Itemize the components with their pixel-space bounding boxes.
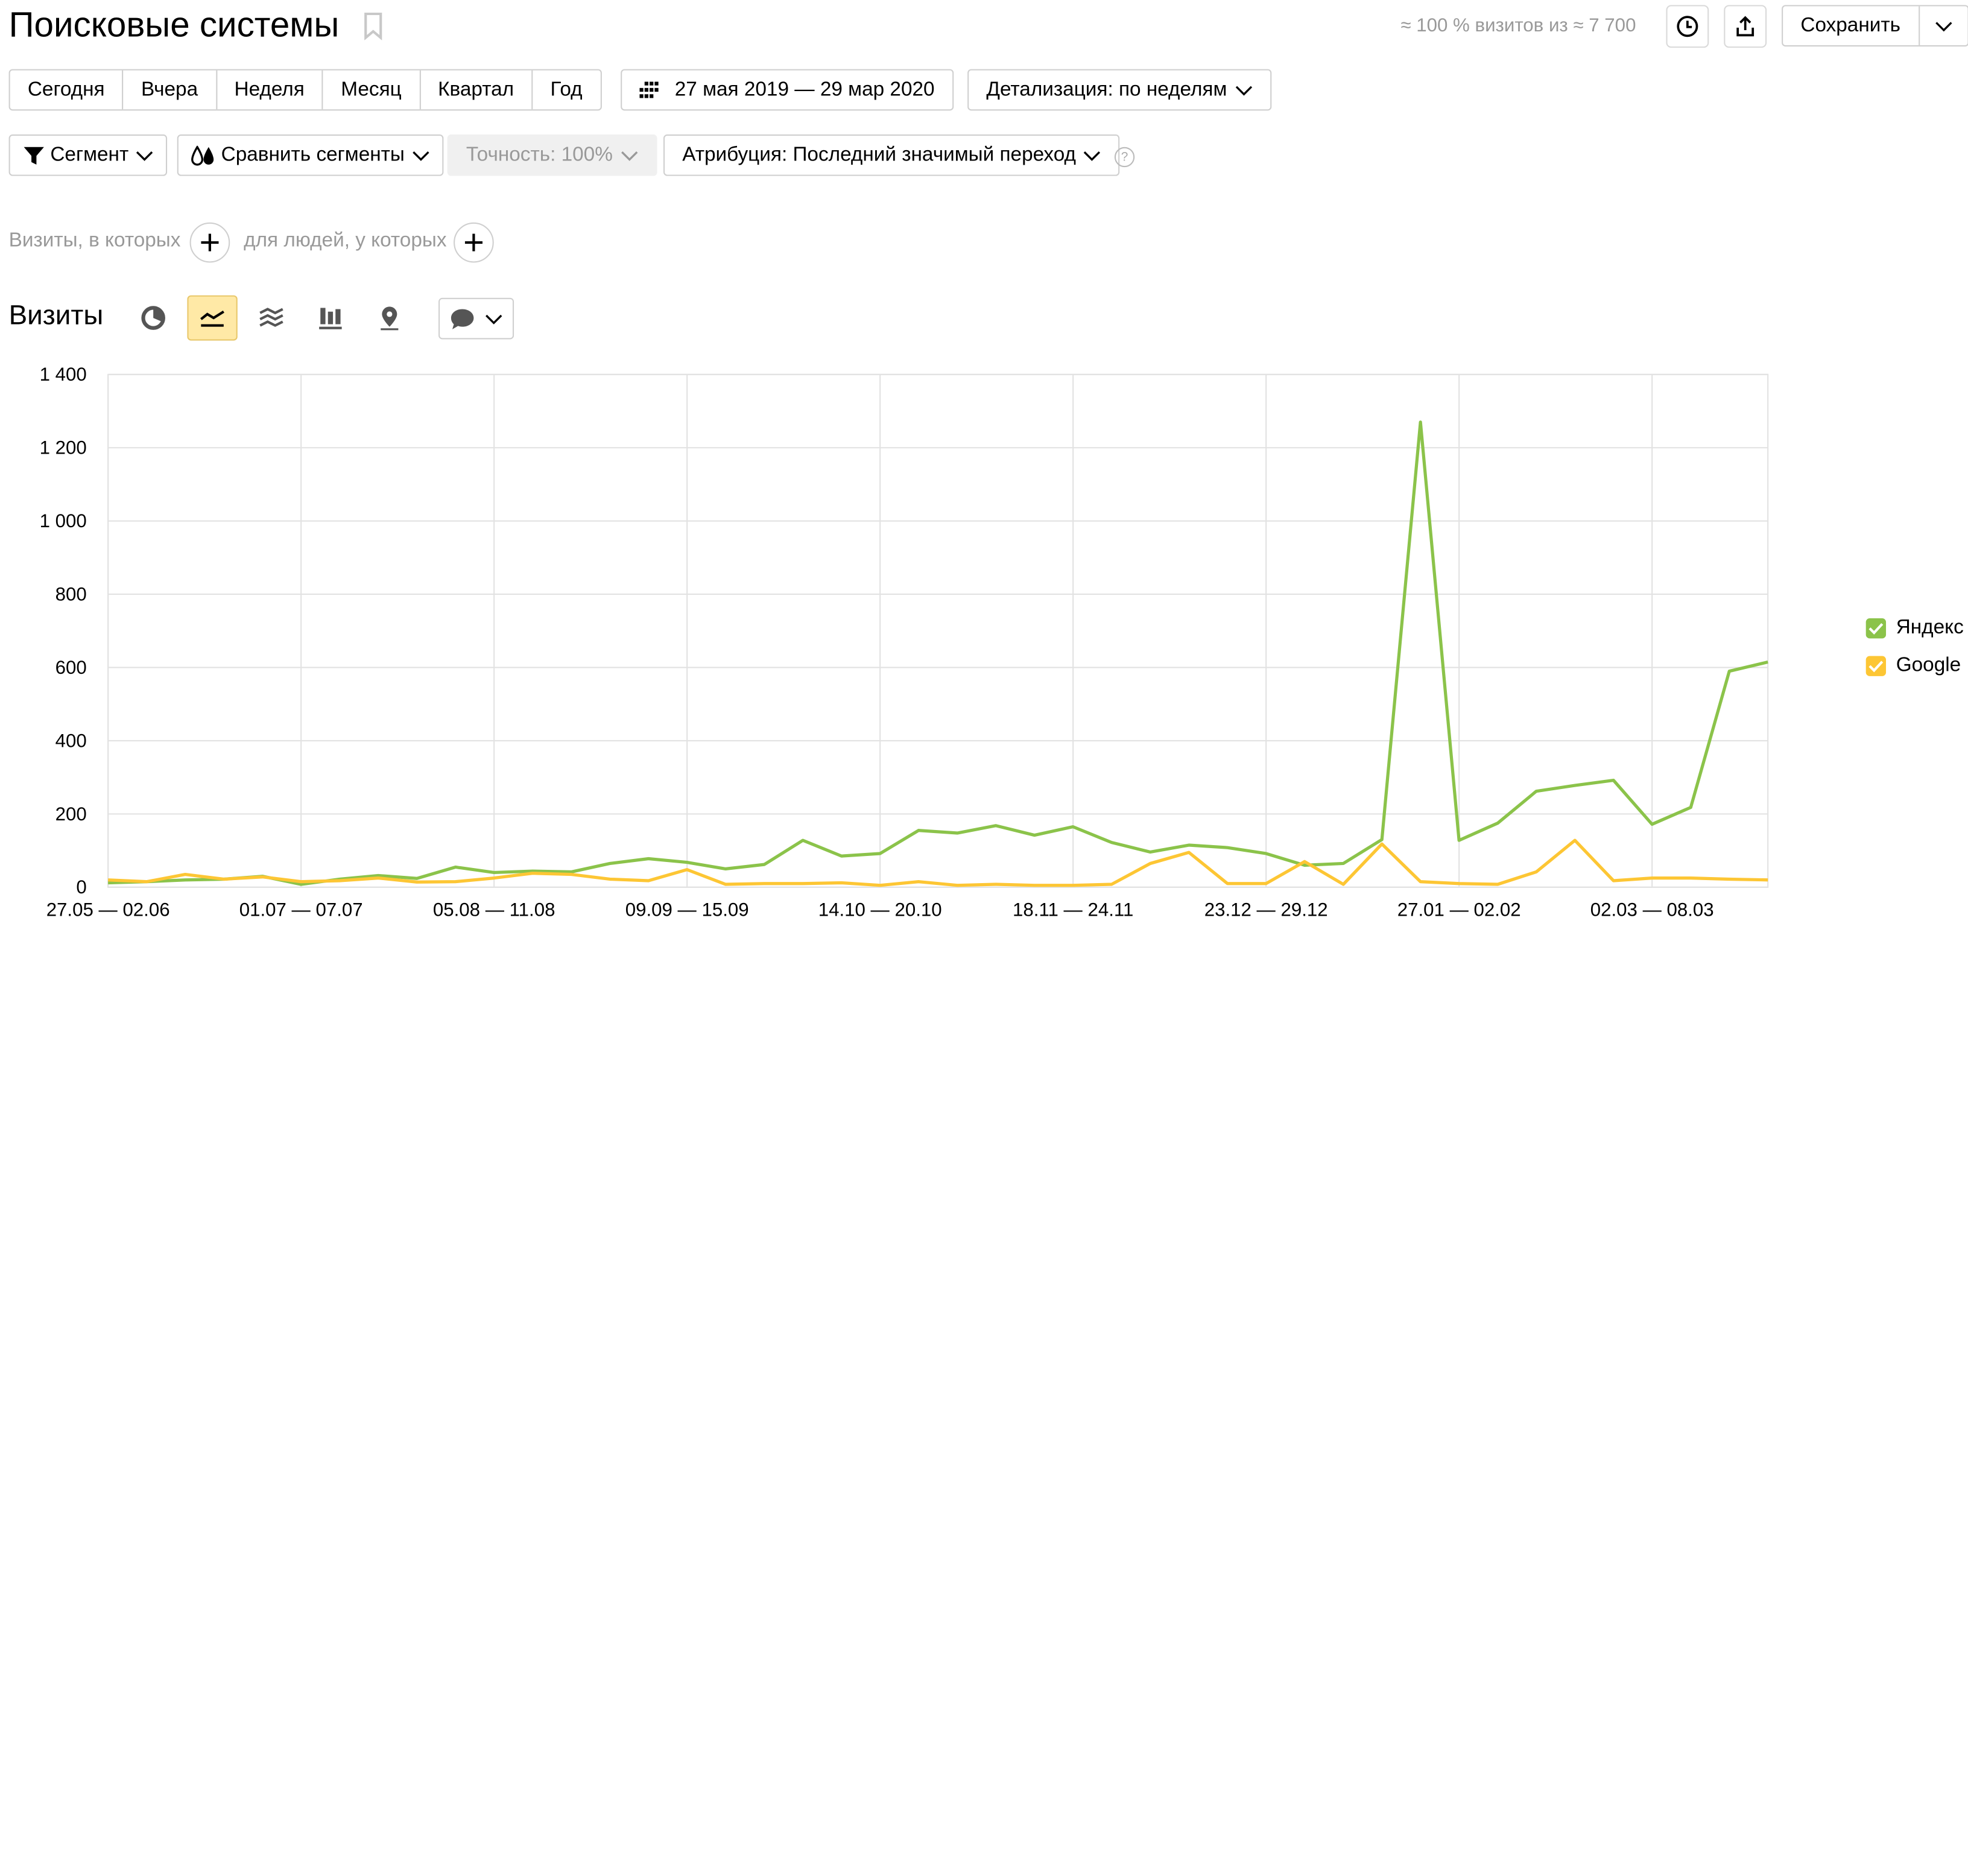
date-range-label: 27 мая 2019 — 29 мар 2020: [674, 78, 935, 100]
map-icon: [381, 306, 399, 331]
compare-segments-label: Сравнить сегменты: [221, 144, 405, 165]
bookmark-icon[interactable]: [363, 12, 383, 40]
comment-icon: [451, 308, 474, 329]
x-tick-label: 05.08 — 11.08: [433, 899, 555, 921]
visits-share-info: ≈ 100 % визитов из ≈ 7 700: [1400, 14, 1636, 37]
y-tick-label: 400: [55, 730, 87, 751]
area-chart-button[interactable]: [246, 296, 296, 341]
annotations-dropdown[interactable]: [438, 297, 514, 340]
visits-line-chart: 0 200 400 600 800 1 000 1 200 1 400 27.05 — 02.…: [40, 364, 1769, 921]
save-options-button[interactable]: [1919, 6, 1967, 45]
segments-icon: [191, 145, 214, 165]
y-tick-label: 1 200: [40, 437, 87, 458]
series-line-yandex: [108, 420, 1768, 886]
period-today[interactable]: Сегодня: [10, 70, 124, 110]
chevron-down-icon: [413, 150, 429, 160]
y-tick-label: 600: [55, 657, 87, 678]
calendar-icon: [639, 81, 659, 98]
period-quarter[interactable]: Квартал: [420, 70, 533, 110]
accuracy-dropdown[interactable]: Точность: 100%: [447, 134, 657, 176]
chevron-down-icon: [1235, 85, 1252, 95]
y-tick-label: 200: [55, 803, 87, 825]
legend-item-yandex[interactable]: Яндекс: [1865, 616, 1964, 639]
x-tick-label: 09.09 — 15.09: [625, 899, 749, 921]
metric-title: Визиты: [8, 299, 104, 331]
x-tick-label: 27.05 — 02.06: [46, 899, 170, 921]
people-condition-label: для людей, у которых: [244, 230, 447, 252]
bar-chart-button[interactable]: [305, 296, 355, 341]
checkbox-icon: [1865, 618, 1887, 639]
add-visit-condition-button[interactable]: [189, 222, 230, 263]
attribution-label: Атрибуция: Последний значимый переход: [682, 144, 1076, 165]
chevron-down-icon: [136, 150, 154, 160]
period-year[interactable]: Год: [533, 71, 600, 110]
page-title: Поисковые системы: [8, 5, 340, 44]
pie-chart-icon: [141, 306, 165, 330]
visits-condition-label: Визиты, в которых: [8, 230, 181, 252]
pie-chart-button[interactable]: [128, 296, 178, 341]
y-tick-label: 1 000: [40, 510, 87, 531]
attribution-dropdown[interactable]: Атрибуция: Последний значимый переход: [663, 134, 1120, 176]
plus-icon: [464, 233, 483, 252]
y-tick-label: 0: [76, 876, 86, 898]
date-range-button[interactable]: 27 мая 2019 — 29 мар 2020: [621, 69, 954, 111]
x-tick-label: 14.10 — 20.10: [818, 899, 942, 921]
plus-icon: [201, 233, 219, 252]
save-button-group: Сохранить: [1782, 5, 1968, 47]
line-chart-button[interactable]: [187, 295, 238, 341]
add-people-condition-button[interactable]: [454, 222, 494, 263]
line-chart-icon: [200, 310, 224, 327]
map-button[interactable]: [364, 296, 414, 341]
area-chart-icon: [259, 308, 283, 327]
segment-dropdown[interactable]: Сегмент: [8, 134, 168, 176]
share-icon: [1736, 16, 1754, 37]
x-tick-label: 01.07 — 07.07: [239, 899, 363, 921]
share-button[interactable]: [1724, 5, 1767, 48]
history-icon: [1677, 16, 1698, 37]
chevron-down-icon: [486, 314, 502, 324]
segment-label: Сегмент: [50, 144, 129, 165]
chevron-down-icon: [621, 150, 638, 160]
history-button[interactable]: [1666, 5, 1709, 48]
legend-label: Google: [1896, 654, 1961, 676]
help-icon[interactable]: ?: [1114, 147, 1135, 168]
chevron-down-icon: [1935, 21, 1952, 31]
accuracy-label: Точность: 100%: [466, 144, 613, 165]
period-week[interactable]: Неделя: [217, 70, 324, 110]
x-tick-label: 27.01 — 02.02: [1397, 899, 1521, 921]
legend-label: Яндекс: [1896, 616, 1964, 639]
x-tick-label: 18.11 — 24.11: [1013, 899, 1133, 921]
compare-segments-dropdown[interactable]: Сравнить сегменты: [177, 134, 444, 176]
plot-frame: [107, 373, 1769, 888]
chevron-down-icon: [1084, 150, 1101, 160]
checkbox-icon: [1865, 656, 1887, 676]
period-selector: Сегодня Вчера Неделя Месяц Квартал Год: [8, 69, 601, 111]
y-tick-label: 1 400: [40, 364, 87, 385]
save-button[interactable]: Сохранить: [1783, 6, 1920, 45]
x-tick-label: 02.03 — 08.03: [1590, 899, 1714, 921]
filter-icon: [24, 146, 44, 164]
detail-dropdown[interactable]: Детализация: по неделям: [967, 69, 1271, 111]
y-tick-label: 800: [55, 584, 87, 605]
legend-item-google[interactable]: Google: [1865, 654, 1961, 677]
bar-chart-icon: [319, 308, 342, 329]
period-yesterday[interactable]: Вчера: [124, 70, 217, 110]
period-month[interactable]: Месяц: [323, 70, 420, 110]
x-tick-label: 23.12 — 29.12: [1204, 899, 1328, 921]
detail-label: Детализация: по неделям: [986, 78, 1227, 100]
series-line-google: [108, 838, 1768, 887]
